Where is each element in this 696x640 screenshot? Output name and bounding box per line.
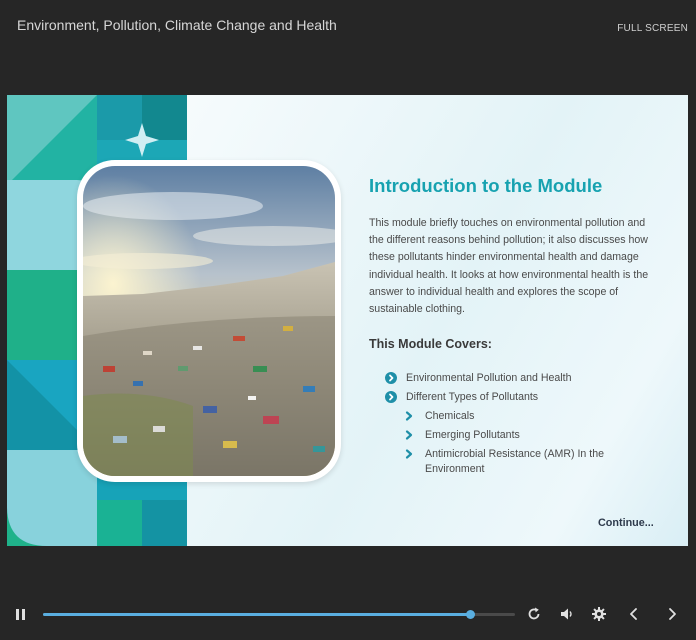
chevron-circle-icon bbox=[385, 391, 397, 404]
continue-link[interactable]: Continue... bbox=[598, 517, 654, 529]
fullscreen-button[interactable]: FULL SCREEN bbox=[617, 23, 688, 34]
player-controls bbox=[0, 595, 696, 635]
progress-fill bbox=[43, 613, 471, 616]
slide-heading: Introduction to the Module bbox=[369, 175, 603, 196]
topic-item: Environmental Pollution and Health bbox=[369, 371, 659, 386]
replay-icon[interactable] bbox=[526, 606, 542, 627]
topic-label: Different Types of Pollutants bbox=[406, 391, 539, 404]
course-title: Environment, Pollution, Climate Change a… bbox=[17, 17, 337, 33]
pause-icon[interactable] bbox=[14, 607, 28, 628]
subtopic-label: Emerging Pollutants bbox=[425, 429, 520, 442]
photo-frame bbox=[77, 160, 341, 482]
chevron-right-icon bbox=[403, 448, 415, 460]
slide-content: Introduction to the Module This module b… bbox=[369, 175, 659, 481]
subtopic-label: Chemicals bbox=[425, 410, 475, 423]
module-covers-heading: This Module Covers: bbox=[369, 337, 492, 352]
subtopic-item: Emerging Pollutants bbox=[369, 428, 659, 443]
subtopic-label: Antimicrobial Resistance (AMR) In the En… bbox=[425, 448, 604, 476]
slide: Introduction to the Module This module b… bbox=[7, 95, 688, 546]
settings-icon[interactable] bbox=[591, 606, 607, 627]
top-bar: Environment, Pollution, Climate Change a… bbox=[0, 0, 696, 50]
progress-track[interactable] bbox=[43, 610, 515, 619]
previous-icon[interactable] bbox=[627, 606, 641, 627]
chevron-right-icon bbox=[403, 410, 415, 422]
slide-paragraph: This module briefly touches on environme… bbox=[369, 217, 649, 316]
subtopic-item: Antimicrobial Resistance (AMR) In the En… bbox=[369, 447, 659, 477]
subtopic-item: Chemicals bbox=[369, 409, 659, 424]
plastic-landfill-image bbox=[83, 166, 335, 476]
topic-label: Environmental Pollution and Health bbox=[406, 372, 572, 385]
next-icon[interactable] bbox=[665, 606, 679, 627]
progress-handle[interactable] bbox=[466, 610, 476, 619]
chevron-right-icon bbox=[403, 429, 415, 441]
topics-list: Environmental Pollution and Health Diffe… bbox=[369, 371, 659, 477]
chevron-circle-icon bbox=[385, 372, 397, 385]
topic-item: Different Types of Pollutants bbox=[369, 390, 659, 405]
volume-icon[interactable] bbox=[559, 606, 575, 627]
